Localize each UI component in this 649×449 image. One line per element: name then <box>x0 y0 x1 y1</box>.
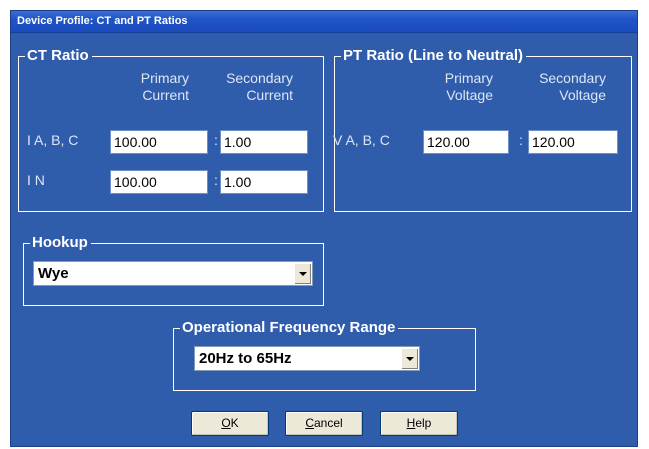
pt-ratio-group: PT Ratio (Line to Neutral) Primary Volta… <box>333 47 632 212</box>
ct-ratio-group: CT Ratio Primary Current Secondary Curre… <box>18 47 324 212</box>
frequency-legend: Operational Frequency Range <box>180 319 399 337</box>
frequency-dropdown-button[interactable] <box>401 348 418 369</box>
hookup-legend: Hookup <box>30 234 91 252</box>
hookup-selected-value: Wye <box>38 265 69 282</box>
ok-button-mnemonic: O <box>221 416 231 430</box>
pt-primary-abc-field[interactable] <box>423 130 509 154</box>
hookup-dropdown[interactable]: Wye <box>33 261 313 286</box>
ct-row-label-abc: I A, B, C <box>27 132 79 148</box>
help-button[interactable]: Help <box>380 411 458 436</box>
hookup-group: Hookup Wye <box>23 234 324 306</box>
pt-colon-abc: : <box>519 132 523 148</box>
window-title: Device Profile: CT and PT Ratios <box>17 15 188 27</box>
ct-primary-header: Primary Current <box>140 70 189 103</box>
cancel-button-mnemonic: C <box>305 416 314 430</box>
frequency-group: Operational Frequency Range 20Hz to 65Hz <box>173 319 476 391</box>
ct-colon-abc: : <box>214 132 218 148</box>
cancel-button-label: ancel <box>313 416 343 430</box>
ct-row-label-n: I N <box>27 172 45 188</box>
ct-colon-n: : <box>214 172 218 188</box>
ok-button-label: K <box>230 416 239 430</box>
pt-secondary-abc-field[interactable] <box>528 130 618 154</box>
help-button-label: elp <box>415 416 432 430</box>
chevron-down-icon <box>406 357 414 361</box>
frequency-dropdown[interactable]: 20Hz to 65Hz <box>194 346 420 371</box>
ct-secondary-header: Secondary Current <box>226 70 293 103</box>
frequency-selected-value: 20Hz to 65Hz <box>199 350 292 367</box>
ct-primary-n-field[interactable] <box>110 170 208 194</box>
cancel-button[interactable]: Cancel <box>285 411 363 436</box>
title-bar[interactable]: Device Profile: CT and PT Ratios <box>11 11 637 33</box>
ct-ratio-legend: CT Ratio <box>25 47 92 65</box>
pt-secondary-header: Secondary Voltage <box>539 70 606 103</box>
hookup-dropdown-button[interactable] <box>294 263 311 284</box>
ct-secondary-n-field[interactable] <box>220 170 308 194</box>
chevron-down-icon <box>299 272 307 276</box>
ct-secondary-abc-field[interactable] <box>220 130 308 154</box>
dialog-window: Device Profile: CT and PT Ratios CT Rati… <box>10 10 638 447</box>
ct-primary-abc-field[interactable] <box>110 130 208 154</box>
ok-button[interactable]: OK <box>191 411 269 436</box>
pt-ratio-legend: PT Ratio (Line to Neutral) <box>341 47 526 65</box>
pt-primary-header: Primary Voltage <box>444 70 493 103</box>
pt-row-label-abc: V A, B, C <box>333 132 390 148</box>
